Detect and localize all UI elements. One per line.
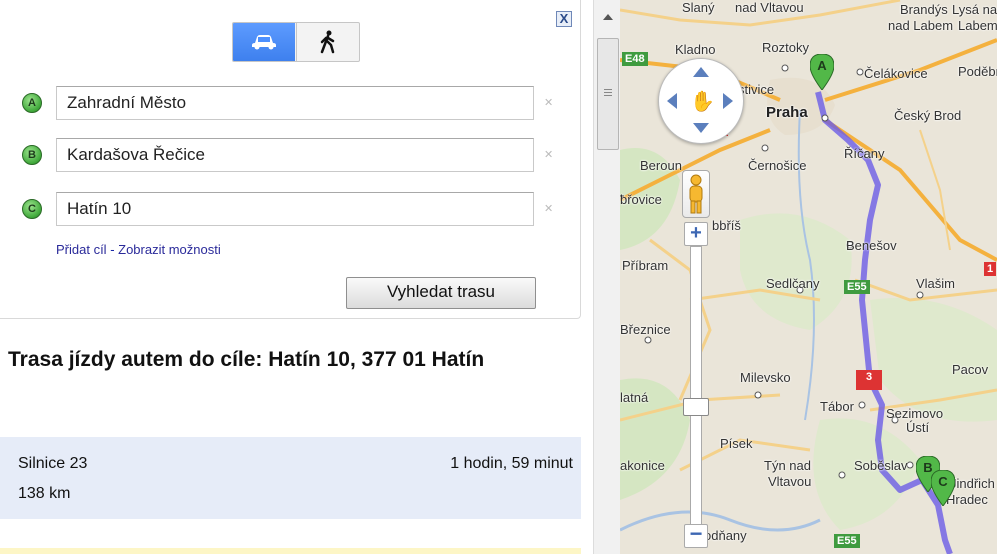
map-place-label: Černošice <box>748 158 807 173</box>
waypoint-row-c: C ✕ <box>22 192 572 228</box>
link-separator: - <box>106 242 119 257</box>
route-duration: 1 hodin, 59 minut <box>450 455 573 472</box>
map-place-label: Český Brod <box>894 108 962 123</box>
map-place-label: Jindřich <box>950 476 995 491</box>
road-shield: 3 <box>856 370 882 390</box>
map-marker-letter: C <box>938 474 948 489</box>
road-shield: E48 <box>622 52 648 66</box>
map-place-label: Ústí <box>906 420 930 435</box>
map-place-label: Kladno <box>675 42 716 57</box>
map-place-label: nad Labem <box>888 18 954 33</box>
panel-scrollbar[interactable] <box>593 0 620 554</box>
map-place-label: Milevsko <box>740 370 791 385</box>
directions-form: X A ✕ B ✕ C ✕ Přidat cíl - Zobrazit možn… <box>0 0 581 319</box>
zoom-out-button[interactable]: − <box>684 523 708 548</box>
zoom-in-button[interactable]: + <box>684 222 708 246</box>
map-place-label: Benešov <box>846 238 897 253</box>
map-place-label: Tábor <box>820 399 854 414</box>
map-place-label: Písek <box>720 436 753 451</box>
map-marker-c[interactable]: C <box>931 470 955 506</box>
waypoint-input-c[interactable] <box>56 192 534 226</box>
notice-strip <box>0 548 581 554</box>
map-marker-letter: A <box>817 58 827 73</box>
hand-icon: ✋ <box>690 91 715 113</box>
pan-right-icon[interactable] <box>723 93 733 109</box>
map-place-label: Březnice <box>620 322 671 337</box>
map-place-label: ƀřovice <box>620 192 662 207</box>
walk-mode-button[interactable] <box>296 23 359 61</box>
car-icon <box>252 35 276 50</box>
scrollbar-thumb[interactable] <box>597 38 619 150</box>
map-place-label: Praha <box>766 104 808 121</box>
form-links: Přidat cíl - Zobrazit možnosti <box>56 242 221 257</box>
remove-waypoint-icon[interactable]: ✕ <box>544 202 553 215</box>
zoom-slider-thumb[interactable] <box>683 398 709 416</box>
waypoint-marker-c: C <box>22 199 42 219</box>
map-place-label: Lysá nad <box>952 2 997 17</box>
map-place-label: Slaný <box>682 0 715 15</box>
map-place-label: Pacov <box>952 362 989 377</box>
map-place-label: Brandýs <box>900 2 948 17</box>
walking-person-icon <box>320 30 335 54</box>
waypoint-row-a: A ✕ <box>22 86 572 122</box>
street-view-pegman-icon[interactable] <box>682 170 710 218</box>
map-place-label: Beroun <box>640 158 682 173</box>
remove-waypoint-icon[interactable]: ✕ <box>544 96 553 109</box>
map-place-label: Říčany <box>844 146 885 161</box>
map-place-label: Vlašim <box>916 276 956 291</box>
map-place-label: Čelákovice <box>864 66 928 81</box>
waypoint-marker-a: A <box>22 93 42 113</box>
remove-waypoint-icon[interactable]: ✕ <box>544 148 553 161</box>
map-place-label: Roztoky <box>762 40 809 55</box>
map-place-label: Příbram <box>622 258 669 273</box>
waypoint-input-a[interactable] <box>56 86 534 120</box>
pan-up-icon[interactable] <box>693 67 709 77</box>
map-place-label: Soběslav <box>854 458 908 473</box>
scroll-up-arrow-icon[interactable] <box>603 14 613 20</box>
map-place-label: Vltavou <box>768 474 812 489</box>
route-title: Trasa jízdy autem do cíle: Hatín 10, 377… <box>8 348 485 371</box>
map-view[interactable]: Slaný nad Vltavou Brandýs nad Labem Lysá… <box>620 0 997 554</box>
map-place-label: latná <box>620 390 649 405</box>
pan-left-icon[interactable] <box>667 93 677 109</box>
route-distance: 138 km <box>18 485 71 502</box>
pan-control[interactable]: ✋ <box>658 58 744 144</box>
map-place-label: Sezimovo <box>886 406 944 421</box>
map-place-label: Týn nad <box>764 458 811 473</box>
map-place-label: nad Vltavou <box>735 0 804 15</box>
map-place-label: Poděbr <box>958 64 997 79</box>
route-road: Silnice 23 <box>18 455 88 472</box>
road-shield: 1 <box>984 262 997 276</box>
zoom-slider-track[interactable] <box>690 246 702 530</box>
map-place-label: odňany <box>704 528 747 543</box>
add-destination-link[interactable]: Přidat cíl <box>56 242 107 257</box>
waypoint-marker-b: B <box>22 145 42 165</box>
travel-mode-selector <box>232 22 360 62</box>
map-place-label: akonice <box>620 458 665 473</box>
show-options-link[interactable]: Zobrazit možnosti <box>118 242 221 257</box>
map-marker-a[interactable]: A <box>810 54 834 90</box>
waypoint-input-b[interactable] <box>56 138 534 172</box>
road-shield: E55 <box>844 280 870 294</box>
close-directions-button[interactable]: X <box>556 11 572 27</box>
route-summary[interactable]: Silnice 23 1 hodin, 59 minut 138 km <box>0 437 581 519</box>
search-route-button[interactable]: Vyhledat trasu <box>346 277 536 309</box>
map-place-label: bbříš <box>712 218 741 233</box>
car-mode-button[interactable] <box>233 23 295 61</box>
pan-down-icon[interactable] <box>693 123 709 133</box>
directions-panel: X A ✕ B ✕ C ✕ Přidat cíl - Zobrazit možn… <box>0 0 590 554</box>
map-place-label: Labem <box>958 18 997 33</box>
waypoint-row-b: B ✕ <box>22 138 572 174</box>
road-shield: E55 <box>834 534 860 548</box>
map-place-label: Sedlčany <box>766 276 820 291</box>
